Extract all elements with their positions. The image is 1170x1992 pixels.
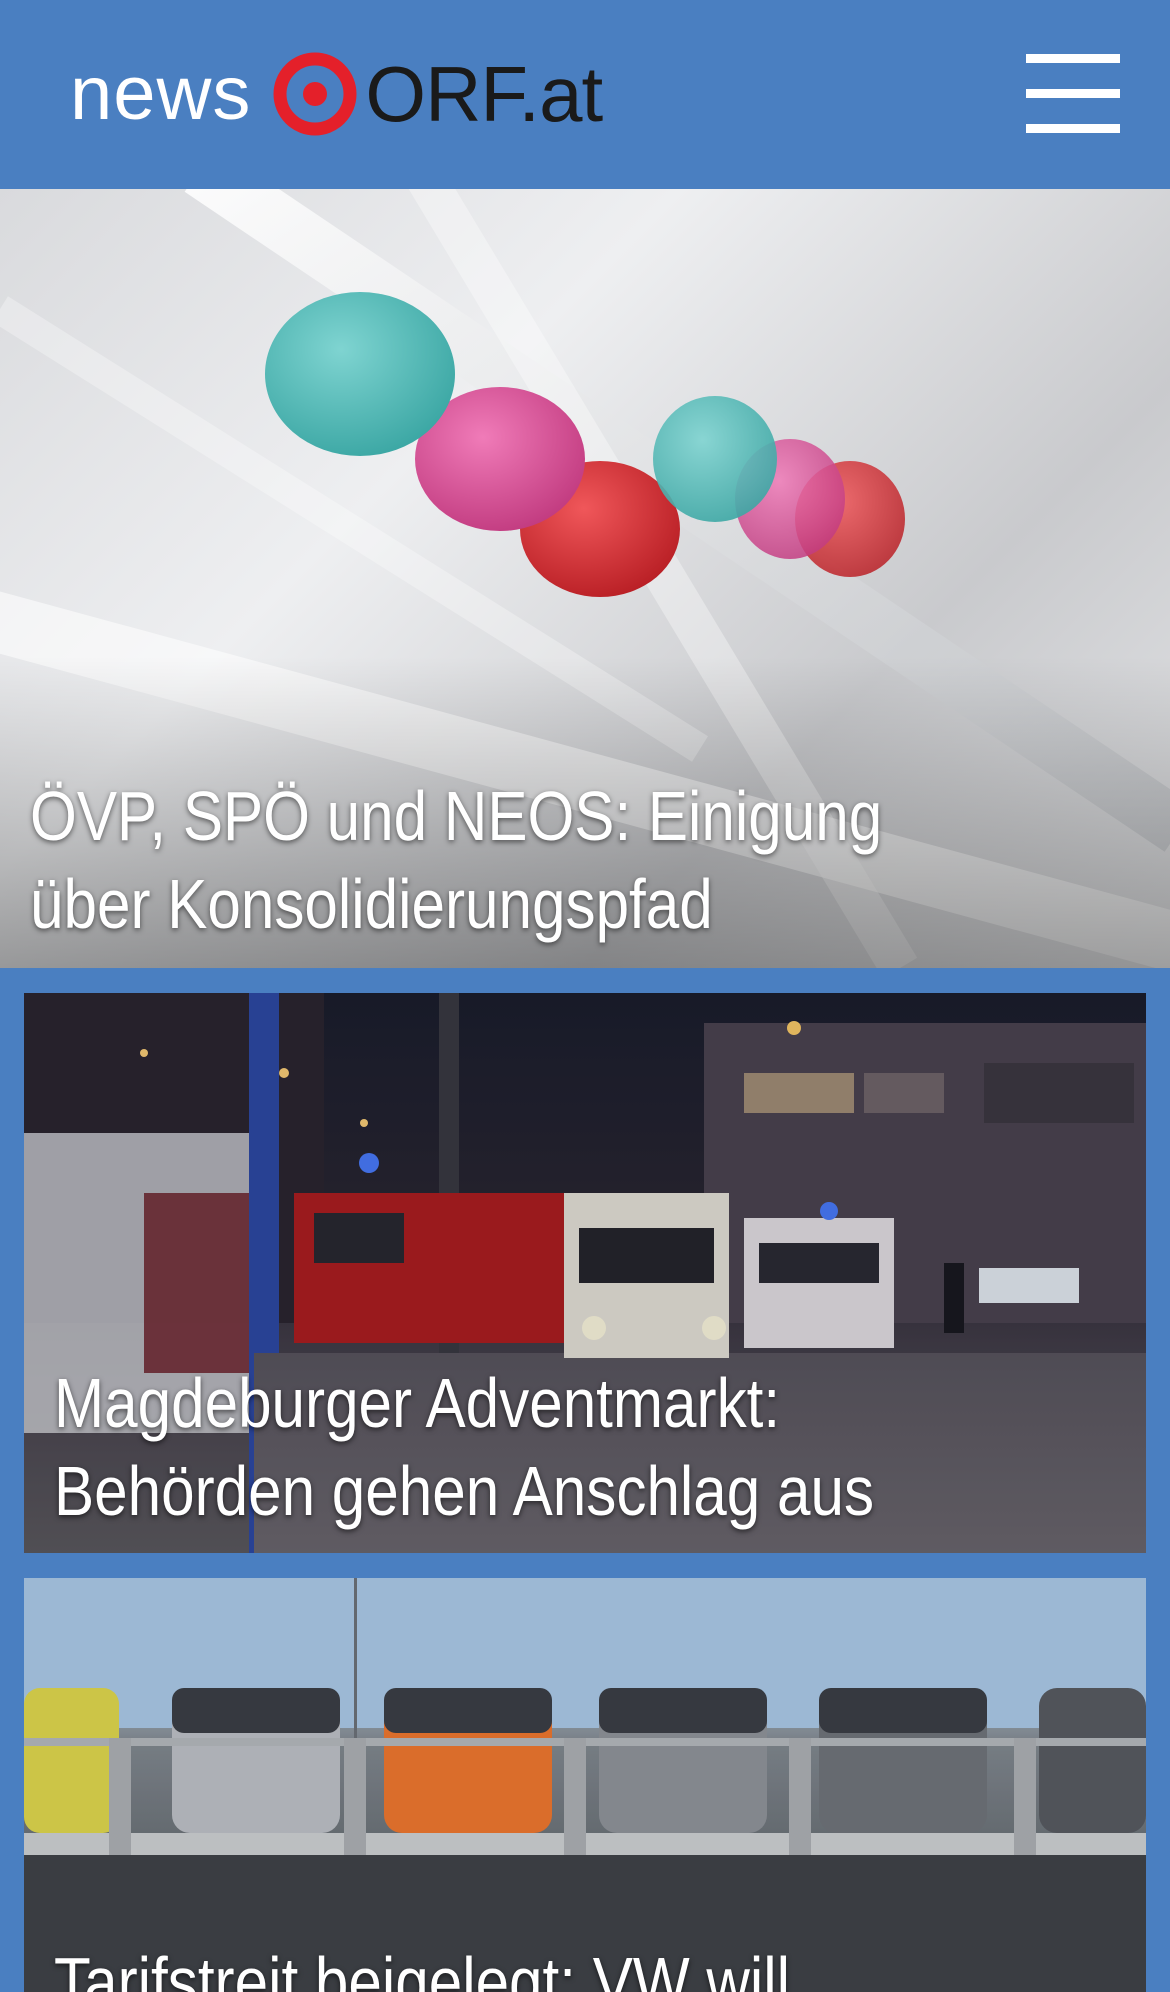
orf-logo-mark-icon — [273, 52, 357, 136]
site-header: news ORF.at — [0, 0, 1170, 189]
hamburger-menu-icon[interactable] — [1022, 50, 1122, 138]
hero-article-title: ÖVP, SPÖ und NEOS: Einigung über Konsoli… — [30, 777, 883, 943]
logo-orf-text: ORF.at — [365, 50, 603, 138]
article-card[interactable]: Tarifstreit beigelegt: VW will — [24, 1578, 1146, 1992]
article-card-title: Magdeburger Adventmarkt: Behörden gehen … — [54, 1364, 875, 1530]
article-image — [24, 1578, 1146, 1992]
news-orf-logo[interactable]: news ORF.at — [70, 44, 603, 144]
article-card[interactable]: Magdeburger Adventmarkt: Behörden gehen … — [24, 993, 1146, 1553]
logo-news-text: news — [70, 51, 252, 136]
hero-article[interactable]: ÖVP, SPÖ und NEOS: Einigung über Konsoli… — [0, 189, 1170, 968]
article-card-title: Tarifstreit beigelegt: VW will — [54, 1943, 791, 1992]
